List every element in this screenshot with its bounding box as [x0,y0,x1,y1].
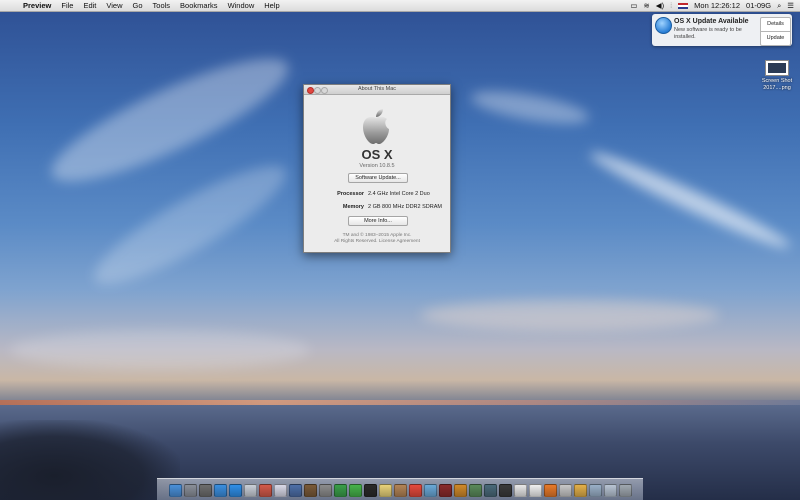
archive-icon[interactable] [558,484,572,497]
notification-body: New software is ready to be installed. [674,27,742,40]
maps-icon[interactable] [423,484,437,497]
photo-booth-icon[interactable] [438,484,452,497]
menu-tools[interactable]: Tools [148,1,176,10]
menu-bookmarks[interactable]: Bookmarks [175,1,223,10]
messages-icon[interactable] [348,484,362,497]
spotlight-icon[interactable]: ⌕ [777,1,781,11]
mail-icon[interactable] [243,484,257,497]
chrome-icon[interactable] [333,484,347,497]
menu-help[interactable]: Help [259,1,284,10]
menu-edit[interactable]: Edit [78,1,101,10]
finder-icon[interactable] [168,484,182,497]
menu-app-name[interactable]: Preview [18,1,56,10]
menu-window[interactable]: Window [223,1,260,10]
separator-icon: ⁞ [670,1,673,10]
about-this-mac-window: About This Mac OS X Version 10.8.5 Softw… [303,84,451,253]
mission-control-icon[interactable] [198,484,212,497]
notes-icon[interactable] [378,484,392,497]
details-button[interactable]: Details [760,17,791,32]
itunes-icon[interactable] [273,484,287,497]
menu-bar: Preview File Edit View Go Tools Bookmark… [0,0,800,12]
update-button[interactable]: Update [760,31,791,46]
desktop-file-screenshot[interactable]: Screen Shot 2017....png [756,60,798,92]
chess-icon[interactable] [303,484,317,497]
file-name: Screen Shot 2017....png [761,78,793,91]
safari-icon[interactable] [228,484,242,497]
reminders-icon[interactable] [513,484,527,497]
more-info-button[interactable]: More Info... [348,216,408,226]
rights-text: All Rights Reserved. License Agreement [334,239,420,244]
notification-title: OS X Update Available [674,18,749,25]
menu-clock[interactable]: Mon 12:26:12 [694,1,740,10]
input-source-flag-icon[interactable] [678,2,689,9]
activity-monitor-icon[interactable] [498,484,512,497]
update-notification[interactable]: OS X Update Available New software is re… [652,14,792,46]
downloads-icon[interactable] [588,484,602,497]
menu-go[interactable]: Go [128,1,148,10]
firefox-icon[interactable] [543,484,557,497]
os-version: Version 10.8.5 [359,163,395,169]
window-titlebar[interactable]: About This Mac [304,85,450,95]
processor-value: 2.4 GHz Intel Core 2 Duo [368,191,430,197]
os-name: OS X [361,147,393,162]
volume-icon[interactable]: ◀) [656,1,664,10]
trash-icon[interactable] [618,484,632,497]
books-icon[interactable] [453,484,467,497]
notification-center-icon[interactable]: ☰ [787,1,794,10]
launchpad-icon[interactable] [183,484,197,497]
menu-file[interactable]: File [56,1,78,10]
apple-logo-icon [363,109,389,144]
processor-label: Processor [337,191,364,197]
processor-row: Processor 2.4 GHz Intel Core 2 Duo [304,191,450,199]
system-prefs-icon[interactable] [318,484,332,497]
photos-icon[interactable] [258,484,272,497]
wifi-icon[interactable]: ≋ [644,1,650,10]
minimize-button [314,87,321,94]
software-update-button[interactable]: Software Update... [348,173,408,183]
image-file-icon [765,60,789,76]
time-machine-icon[interactable] [483,484,497,497]
calendar-icon[interactable] [408,484,422,497]
menu-date[interactable]: 01-09G [746,1,771,10]
memory-value: 2 GB 800 MHz DDR2 SDRAM [368,204,442,210]
close-button[interactable] [307,87,314,94]
airdrop-icon[interactable] [573,484,587,497]
app-store-icon [655,17,672,34]
memory-row: Memory 2 GB 800 MHz DDR2 SDRAM [304,204,450,212]
dock [157,478,643,500]
facetime-icon[interactable] [468,484,482,497]
documents-icon[interactable] [603,484,617,497]
window-title: About This Mac [357,86,397,92]
contacts-icon[interactable] [393,484,407,497]
zoom-button [321,87,328,94]
preview-icon[interactable] [288,484,302,497]
display-mirror-icon[interactable]: ▭ [630,1,637,10]
memory-label: Memory [342,204,364,210]
terminal-icon[interactable] [363,484,377,497]
textedit-icon[interactable] [528,484,542,497]
menu-view[interactable]: View [101,1,127,10]
app-store-icon[interactable] [213,484,227,497]
